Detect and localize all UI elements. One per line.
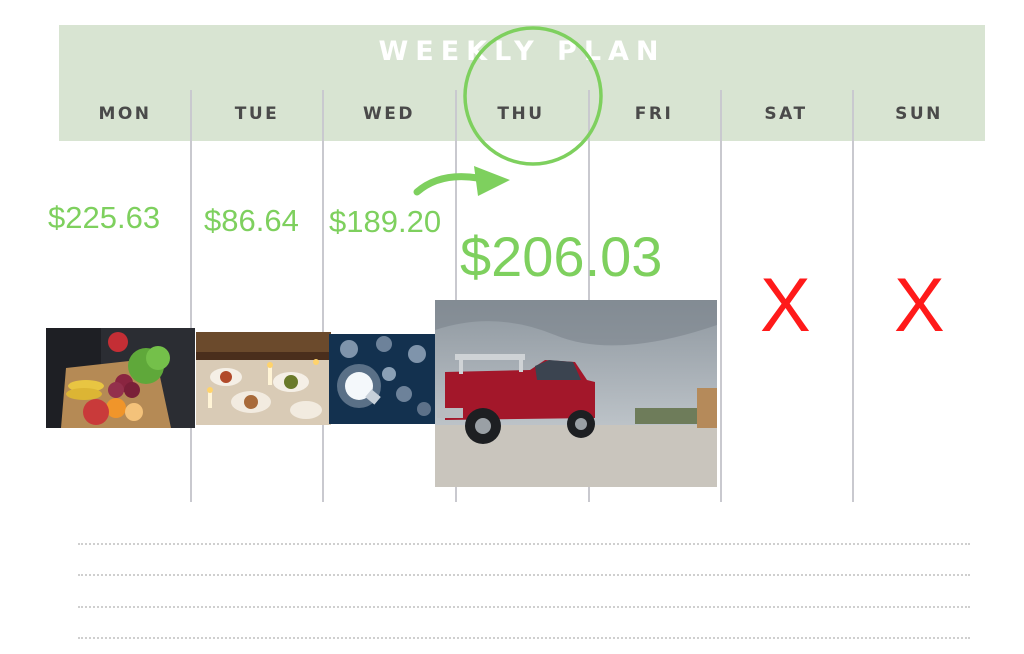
day-label-wed: WED	[363, 104, 415, 124]
amount-wed: $189.20	[329, 204, 442, 239]
curved-arrow-icon	[413, 173, 482, 196]
light-bulb-photo	[329, 334, 436, 424]
column-divider	[322, 90, 324, 502]
arrow-head-icon	[474, 166, 510, 196]
column-divider	[720, 90, 722, 502]
note-line	[78, 574, 970, 576]
note-line	[78, 606, 970, 608]
red-truck-photo	[435, 300, 717, 487]
column-divider	[190, 90, 192, 502]
day-label-sat: SAT	[764, 104, 808, 124]
dinner-table-photo	[196, 332, 331, 425]
day-label-tue: TUE	[234, 104, 280, 124]
x-mark-sun: X	[894, 263, 945, 348]
amount-tue: $86.64	[204, 203, 299, 238]
amount-thu: $206.03	[460, 225, 663, 288]
day-label-sun: SUN	[895, 104, 943, 124]
x-mark-sat: X	[760, 263, 811, 348]
plan-title: WEEKLY PLAN	[378, 36, 666, 67]
column-divider	[852, 90, 854, 502]
day-label-mon: MON	[98, 104, 152, 124]
amount-mon: $225.63	[48, 200, 161, 235]
day-label-thu: THU	[497, 104, 545, 124]
note-line	[78, 543, 970, 545]
groceries-photo	[46, 328, 195, 428]
day-label-fri: FRI	[634, 104, 674, 124]
note-line	[78, 637, 970, 639]
